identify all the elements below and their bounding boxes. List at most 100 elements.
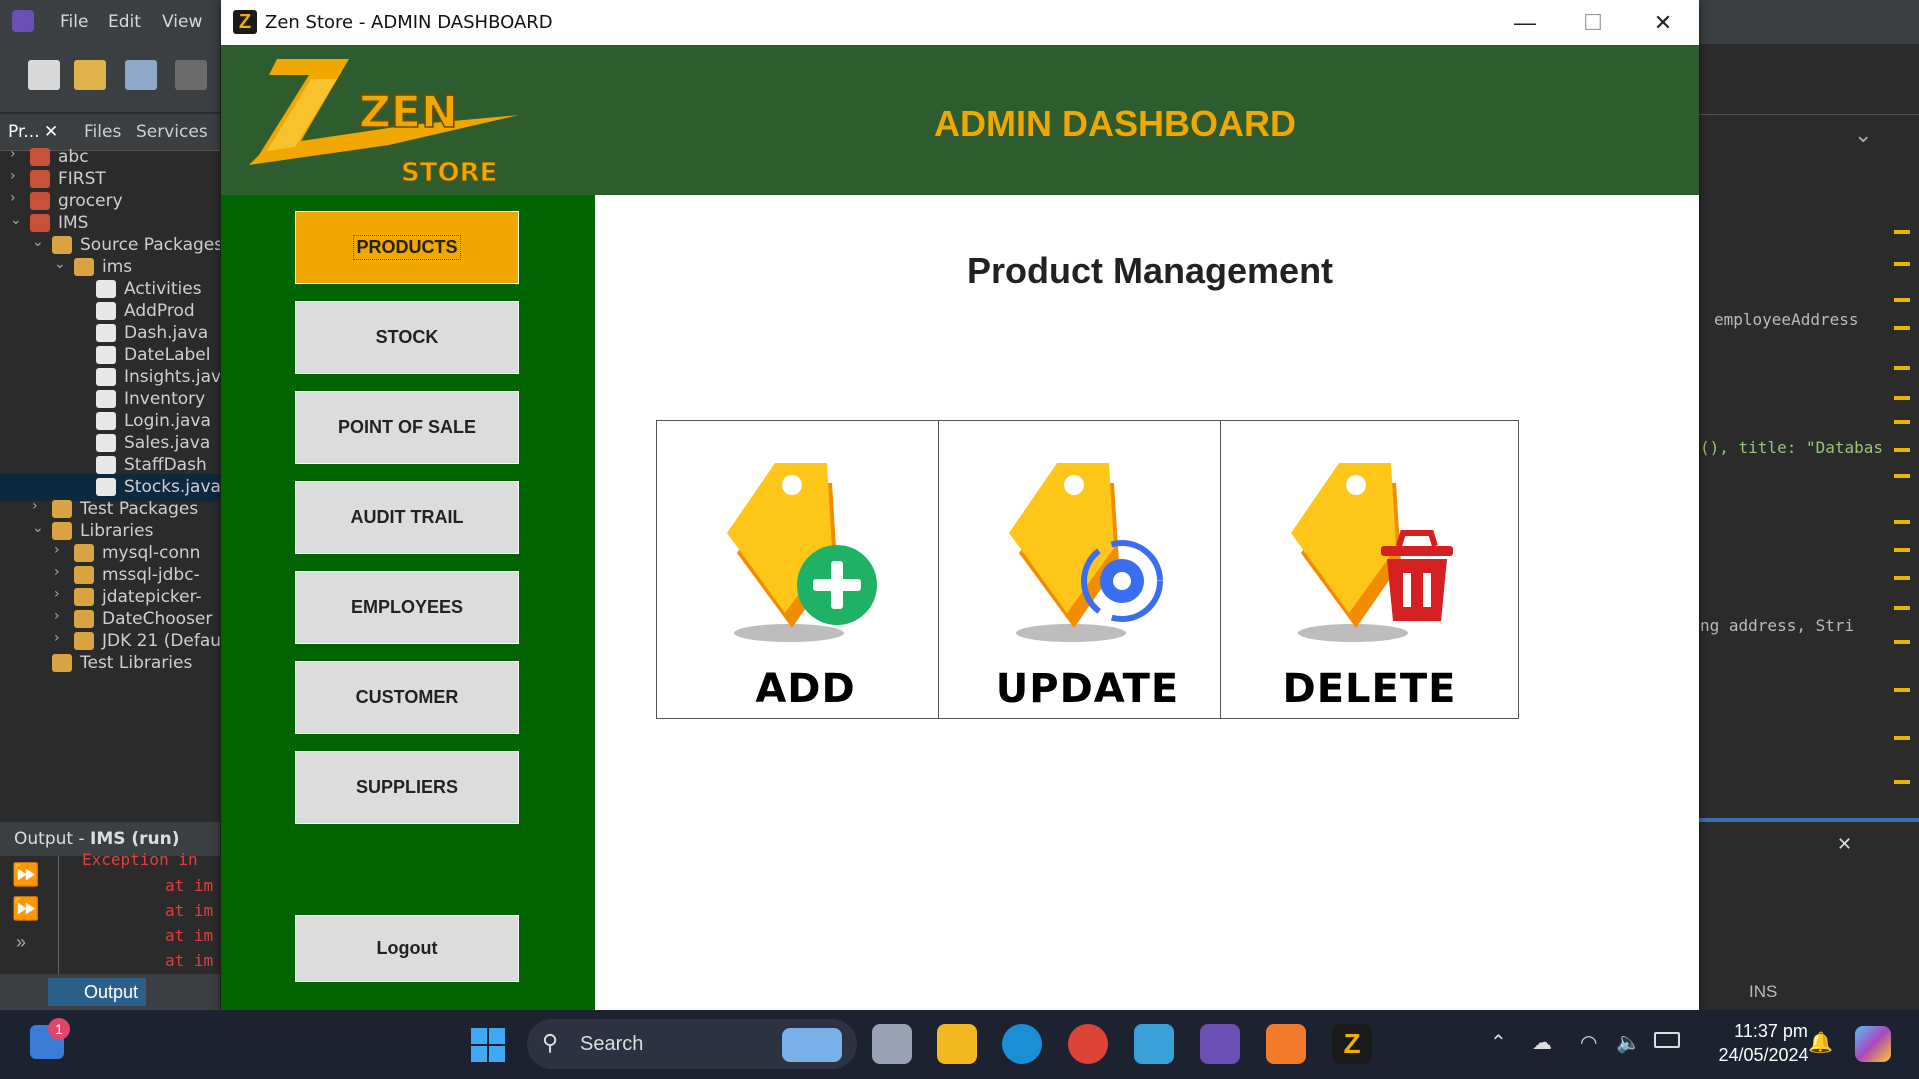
zen-store-taskbar-icon[interactable]: Z: [1332, 1024, 1372, 1064]
error-stripe-mark[interactable]: [1894, 606, 1910, 610]
nav-audit-trail-button[interactable]: AUDIT TRAIL: [295, 481, 519, 554]
task-view-icon[interactable]: [872, 1024, 912, 1064]
error-stripe-mark[interactable]: [1894, 326, 1910, 330]
ide-toolbar: [0, 44, 220, 112]
netbeans-taskbar-icon[interactable]: [1200, 1024, 1240, 1064]
maximize-button[interactable]: ☐: [1559, 0, 1627, 45]
error-stripe-mark[interactable]: [1894, 474, 1910, 478]
tab-services[interactable]: Services: [136, 122, 208, 142]
copilot-icon[interactable]: [1855, 1026, 1891, 1062]
update-product-card[interactable]: UPDATE: [938, 420, 1237, 719]
search-highlight-icon: [782, 1028, 842, 1062]
menu-edit[interactable]: Edit: [108, 12, 141, 32]
menu-view[interactable]: View: [162, 12, 202, 32]
menu-file[interactable]: File: [60, 12, 88, 32]
wifi-icon[interactable]: ◠: [1580, 1030, 1597, 1055]
rerun-with-args-icon[interactable]: ⏩: [12, 896, 39, 922]
edge-icon[interactable]: [1002, 1024, 1042, 1064]
chevron-down-icon[interactable]: ⌄: [54, 256, 66, 272]
error-stripe-mark[interactable]: [1894, 780, 1910, 784]
minimize-button[interactable]: —: [1491, 0, 1559, 45]
tree-item-label: Source Packages: [80, 235, 220, 255]
chevron-down-icon[interactable]: ⌄: [32, 234, 44, 250]
nav-suppliers-button[interactable]: SUPPLIERS: [295, 751, 519, 824]
close-icon[interactable]: ✕: [44, 122, 58, 142]
chevron-right-icon[interactable]: ›: [10, 146, 16, 162]
tab-projects[interactable]: Pr...: [8, 122, 40, 142]
tree-item-label: Login.java: [124, 411, 211, 431]
tree-item-label: Insights.java: [124, 367, 220, 387]
chevron-right-icon[interactable]: ›: [54, 608, 60, 624]
chevron-down-icon[interactable]: ⌄: [32, 520, 44, 536]
search-icon: ⚲: [542, 1030, 559, 1055]
error-stripe-mark[interactable]: [1894, 548, 1910, 552]
price-tag-delete-icon: [1291, 463, 1453, 642]
new-file-icon[interactable]: [28, 60, 60, 90]
more-icon[interactable]: »: [16, 932, 26, 953]
tree-item-label: jdatepicker-: [102, 587, 202, 607]
error-stripe-mark[interactable]: [1894, 448, 1910, 452]
error-stripe-mark[interactable]: [1894, 520, 1910, 524]
tree-item[interactable]: Test Libraries: [0, 650, 220, 677]
chevron-right-icon[interactable]: ›: [54, 542, 60, 558]
chevron-right-icon[interactable]: ›: [54, 564, 60, 580]
error-stripe-mark[interactable]: [1894, 420, 1910, 424]
output-gutter: [58, 856, 59, 974]
error-stripe-mark[interactable]: [1894, 262, 1910, 266]
netbeans-icon[interactable]: [12, 10, 34, 32]
chrome-icon[interactable]: [1068, 1024, 1108, 1064]
volume-icon[interactable]: 🔈: [1616, 1030, 1641, 1055]
error-stripe-mark[interactable]: [1894, 366, 1910, 370]
battery-icon[interactable]: [1654, 1032, 1680, 1048]
logout-button[interactable]: Logout: [295, 915, 519, 982]
output-line: Exception in: [82, 850, 198, 869]
chevron-right-icon[interactable]: ⌄: [1854, 122, 1872, 148]
tree-item-label: StaffDash: [124, 455, 207, 475]
open-project-icon[interactable]: [125, 60, 157, 90]
chevron-right-icon[interactable]: ›: [10, 168, 16, 184]
error-stripe-mark[interactable]: [1894, 298, 1910, 302]
add-label: ADD: [755, 666, 856, 712]
delete-product-card[interactable]: DELETE: [1220, 420, 1519, 719]
chevron-up-icon[interactable]: ⌃: [1490, 1030, 1507, 1055]
error-stripe-mark[interactable]: [1894, 576, 1910, 580]
error-stripe-mark[interactable]: [1894, 640, 1910, 644]
error-stripe-mark[interactable]: [1894, 688, 1910, 692]
chevron-down-icon[interactable]: ⌄: [10, 212, 22, 228]
onedrive-icon[interactable]: ☁: [1532, 1030, 1552, 1055]
chevron-right-icon[interactable]: ›: [54, 630, 60, 646]
error-stripe-mark[interactable]: [1894, 396, 1910, 400]
splitter[interactable]: [1699, 818, 1919, 822]
error-stripe-mark[interactable]: [1894, 736, 1910, 740]
rerun-icon[interactable]: ⏩: [12, 862, 39, 888]
tree-item-label: Inventory: [124, 389, 206, 409]
notification-bell-icon[interactable]: 🔔: [1808, 1030, 1833, 1055]
tree-item-label: DateLabel: [124, 345, 211, 365]
notepad-icon[interactable]: [1134, 1024, 1174, 1064]
windows-start-icon[interactable]: [470, 1027, 506, 1063]
java-file-icon: [96, 324, 116, 342]
nav-customer-button[interactable]: CUSTOMER: [295, 661, 519, 734]
new-project-icon[interactable]: [74, 60, 106, 90]
file-explorer-icon[interactable]: [937, 1024, 977, 1064]
tab-files[interactable]: Files: [84, 122, 121, 142]
delete-label: DELETE: [1282, 666, 1457, 712]
chevron-right-icon[interactable]: ›: [10, 190, 16, 206]
chevron-right-icon[interactable]: ›: [54, 586, 60, 602]
nav-stock-button[interactable]: STOCK: [295, 301, 519, 374]
close-button[interactable]: ✕: [1629, 0, 1697, 45]
error-stripe-mark[interactable]: [1894, 230, 1910, 234]
code-fragment: (), title: "Databas: [1700, 438, 1884, 457]
nav-employees-button[interactable]: EMPLOYEES: [295, 571, 519, 644]
nav-point-of-sale-button[interactable]: POINT OF SALE: [295, 391, 519, 464]
save-all-icon[interactable]: [175, 60, 207, 90]
add-product-card[interactable]: ADD: [656, 420, 955, 719]
code-fragment: employeeAddress: [1714, 310, 1859, 329]
logo-text-zen: ZEN: [359, 87, 458, 138]
xampp-icon[interactable]: [1266, 1024, 1306, 1064]
chevron-right-icon[interactable]: ›: [32, 498, 38, 514]
header-title: ADMIN DASHBOARD: [934, 103, 1296, 144]
tree-item-label: mysql-conn: [102, 543, 201, 563]
nav-products-button[interactable]: PRODUCTS: [295, 211, 519, 284]
close-icon[interactable]: ✕: [1837, 834, 1852, 855]
